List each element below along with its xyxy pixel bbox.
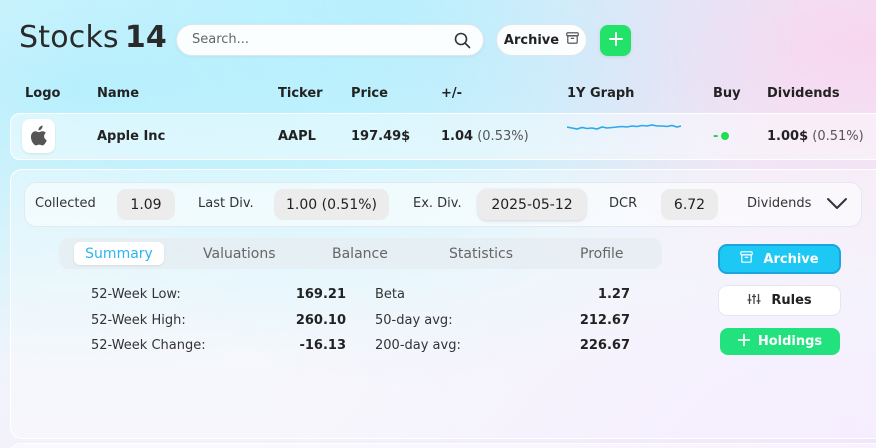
plus-icon	[737, 333, 751, 350]
tab-profile[interactable]: Profile	[580, 246, 624, 262]
stat-label: 50-day avg:	[375, 313, 453, 328]
col-header-dividends[interactable]: Dividends	[767, 86, 840, 101]
tab-statistics[interactable]: Statistics	[449, 246, 513, 262]
archive-stock-button[interactable]: Archive	[718, 244, 841, 274]
stat-label: 52-Week High:	[91, 313, 186, 328]
stat-value: 169.21	[295, 287, 346, 302]
next-row	[10, 443, 876, 448]
stat-value: 212.67	[579, 313, 630, 328]
collected-value: 1.09	[117, 189, 175, 220]
add-stock-button[interactable]	[600, 25, 631, 56]
col-header-name[interactable]: Name	[97, 86, 139, 101]
stat-label: 200-day avg:	[375, 338, 461, 353]
dividend-percent: (0.51%)	[812, 129, 864, 144]
holdings-label: Holdings	[757, 334, 823, 349]
apple-logo-icon	[22, 119, 55, 153]
title-text: Stocks	[19, 20, 119, 55]
dividends-dropdown-label[interactable]: Dividends	[747, 196, 811, 211]
archive-box-icon	[566, 32, 579, 48]
col-header-graph: 1Y Graph	[567, 86, 635, 101]
stock-dividend: 1.00$ (0.51%)	[767, 129, 864, 144]
stock-ticker: AAPL	[278, 129, 316, 144]
dividend-value: 1.00$	[767, 129, 809, 144]
chevron-down-icon[interactable]	[826, 194, 848, 216]
archive-filter-label: Archive	[503, 32, 560, 48]
search-input[interactable]	[192, 32, 442, 47]
ex-div-date[interactable]: 2025-05-12	[478, 189, 586, 220]
archive-label: Archive	[763, 251, 819, 267]
ex-div-label: Ex. Div.	[413, 196, 462, 211]
stat-label: Beta	[375, 287, 405, 302]
plus-icon	[608, 31, 623, 50]
rules-button[interactable]: Rules	[718, 285, 841, 316]
last-div-value: 1.00 (0.51%)	[274, 189, 389, 220]
stat-value: -16.13	[299, 338, 346, 353]
col-header-ticker[interactable]: Ticker	[278, 86, 323, 101]
sparkline-graph	[567, 124, 682, 130]
buy-status-dot	[721, 132, 729, 140]
stat-value: 260.10	[295, 313, 346, 328]
col-header-change[interactable]: +/-	[441, 86, 462, 101]
change-value: 1.04	[441, 129, 474, 144]
holdings-button[interactable]: Holdings	[720, 328, 840, 355]
search-box[interactable]	[176, 24, 484, 56]
buy-indicator: -	[713, 129, 719, 144]
tab-balance[interactable]: Balance	[332, 246, 388, 262]
sliders-icon	[747, 293, 761, 309]
change-percent: (0.53%)	[477, 129, 529, 144]
col-header-price[interactable]: Price	[351, 86, 388, 101]
col-header-buy[interactable]: Buy	[713, 86, 741, 101]
stat-label: 52-Week Low:	[91, 287, 181, 302]
rules-label: Rules	[771, 293, 812, 308]
stock-change: 1.04 (0.53%)	[441, 129, 529, 144]
stock-price: 197.49$	[351, 129, 411, 144]
stat-value: 1.27	[597, 287, 630, 302]
stock-name[interactable]: Apple Inc	[97, 129, 165, 144]
collected-label: Collected	[35, 196, 96, 211]
page-title: Stocks 14	[19, 20, 167, 55]
dcr-value: 6.72	[661, 189, 718, 220]
stock-count: 14	[124, 20, 168, 55]
archive-box-icon	[740, 251, 754, 267]
dcr-label: DCR	[609, 196, 638, 211]
col-header-logo: Logo	[25, 86, 61, 101]
stat-value: 226.67	[579, 338, 630, 353]
last-div-label: Last Div.	[198, 196, 254, 211]
tab-valuations[interactable]: Valuations	[203, 246, 276, 262]
archive-filter-button[interactable]: Archive	[496, 24, 587, 56]
stat-label: 52-Week Change:	[91, 338, 206, 353]
search-icon[interactable]	[454, 32, 471, 53]
tab-summary[interactable]: Summary	[74, 242, 164, 265]
